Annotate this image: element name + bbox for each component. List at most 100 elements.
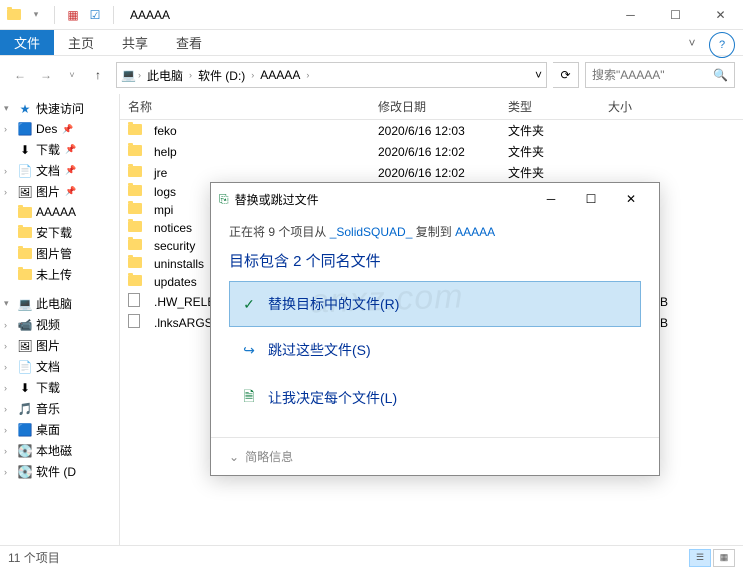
up-button[interactable]: ↑ [86,63,110,87]
column-headers[interactable]: 名称 修改日期 类型 大小 [120,94,743,120]
tab-home[interactable]: 主页 [54,30,108,55]
nav-item[interactable]: ›🖼图片📌 [0,181,119,202]
nav-item[interactable]: ›🟦桌面 [0,419,119,440]
nav-item[interactable]: ›💽本地磁 [0,440,119,461]
folder-icon [128,239,148,253]
dialog-minimize-button[interactable]: ─ [531,184,571,214]
maximize-button[interactable]: ☐ [653,0,698,30]
dialog-info: 正在将 9 个项目从 _SolidSQUAD_ 复制到 AAAAA [229,223,641,240]
file-row[interactable]: feko2020/6/16 12:03文件夹 [120,120,743,141]
skip-option[interactable]: ↪ 跳过这些文件(S) [229,327,641,373]
file-row[interactable]: jre2020/6/16 12:02文件夹 [120,162,743,183]
nav-item[interactable]: ›📄文档📌 [0,160,119,181]
dialog-maximize-button[interactable]: ☐ [571,184,611,214]
nav-this-pc[interactable]: ▾💻此电脑 [0,293,119,314]
dest-link[interactable]: AAAAA [455,225,495,239]
close-button[interactable]: ✕ [698,0,743,30]
tab-view[interactable]: 查看 [162,30,216,55]
folder-icon [128,221,148,235]
chevron-right-icon[interactable]: › [138,70,141,80]
dialog-title: 替换或跳过文件 [235,191,319,208]
file-icon [128,314,148,331]
qat-dropdown-icon[interactable]: ▾ [28,7,44,23]
nav-item[interactable]: ›🟦Des📌 [0,119,119,139]
search-icon[interactable]: 🔍 [713,68,728,82]
nav-item[interactable]: ›🎵音乐 [0,398,119,419]
tab-share[interactable]: 共享 [108,30,162,55]
qat-check-icon[interactable]: ☑ [87,7,103,23]
file-date: 2020/6/16 12:03 [378,124,508,138]
check-icon: ✓ [240,296,258,313]
nav-item[interactable]: ›📄文档 [0,356,119,377]
chevron-right-icon[interactable]: › [306,70,309,80]
status-bar: 11 个项目 ☰ ▦ [0,545,743,569]
folder-icon [128,275,148,289]
dialog-footer[interactable]: ⌄ 简略信息 [211,437,659,475]
help-button[interactable]: ? [709,32,735,58]
address-dropdown-icon[interactable]: ˅ [535,68,542,82]
breadcrumb[interactable]: AAAAA [256,68,304,82]
file-type: 文件夹 [508,122,608,139]
file-date: 2020/6/16 12:02 [378,166,508,180]
file-tab[interactable]: 文件 [0,30,54,55]
file-name: help [154,145,177,159]
navigation-pane: ▾★快速访问 ›🟦Des📌 ⬇下载📌 ›📄文档📌 ›🖼图片📌 AAAAA 安下载… [0,94,120,545]
breadcrumb[interactable]: 此电脑 [143,67,187,84]
icons-view-button[interactable]: ▦ [713,549,735,567]
file-date: 2020/6/16 12:02 [378,145,508,159]
replace-option[interactable]: ✓ 替换目标中的文件(R) [229,281,641,327]
source-link[interactable]: _SolidSQUAD_ [330,225,413,239]
nav-item[interactable]: ⬇下载📌 [0,139,119,160]
file-row[interactable]: help 2020/6/16 12:02文件夹 [120,141,743,162]
address-bar: ← → ˅ ↑ 💻 › 此电脑 › 软件 (D:) › AAAAA › ˅ ⟳ … [0,56,743,94]
folder-icon [128,145,148,159]
file-name: logs [154,185,176,199]
nav-item[interactable]: ›📹视频 [0,314,119,335]
nav-item[interactable]: ›💽软件 (D [0,461,119,482]
folder-icon [128,185,148,199]
refresh-button[interactable]: ⟳ [553,62,579,88]
nav-item[interactable]: 安下载 [0,222,119,243]
column-date[interactable]: 修改日期 [378,98,508,115]
nav-item[interactable]: ›🖼图片 [0,335,119,356]
search-box[interactable]: 🔍 [585,62,735,88]
file-name: .lnksARGS [154,316,213,330]
file-name: notices [154,221,192,235]
ribbon: 文件 主页 共享 查看 ˅ ? [0,30,743,56]
recent-dropdown[interactable]: ˅ [60,63,84,87]
address-box[interactable]: 💻 › 此电脑 › 软件 (D:) › AAAAA › ˅ [116,62,547,88]
folder-icon [128,166,148,180]
file-name: uninstalls [154,257,204,271]
nav-item[interactable]: 未上传 [0,264,119,285]
file-name: jre [154,166,167,180]
breadcrumb[interactable]: 软件 (D:) [194,67,249,84]
column-name[interactable]: 名称 [128,98,378,115]
column-type[interactable]: 类型 [508,98,608,115]
dialog-close-button[interactable]: ✕ [611,184,651,214]
chevron-right-icon[interactable]: › [251,70,254,80]
nav-item[interactable]: AAAAA [0,202,119,222]
dialog-heading: 目标包含 2 个同名文件 [229,250,641,271]
compare-icon: 🗎 [240,386,258,410]
folder-icon [128,203,148,217]
file-icon [128,293,148,310]
file-type: 文件夹 [508,143,608,160]
file-name: mpi [154,203,173,217]
file-name: security [154,239,195,253]
search-input[interactable] [592,68,707,82]
details-view-button[interactable]: ☰ [689,549,711,567]
nav-item[interactable]: ›⬇下载 [0,377,119,398]
column-size[interactable]: 大小 [608,98,668,115]
minimize-button[interactable]: ─ [608,0,653,30]
forward-button[interactable]: → [34,63,58,87]
back-button[interactable]: ← [8,63,32,87]
ribbon-expand-icon[interactable]: ˅ [679,30,705,55]
nav-quick-access[interactable]: ▾★快速访问 [0,98,119,119]
properties-icon[interactable]: ▦ [65,7,81,23]
nav-item[interactable]: 图片管 [0,243,119,264]
skip-icon: ↪ [240,342,258,359]
window-title: AAAAA [130,8,170,22]
chevron-right-icon[interactable]: › [189,70,192,80]
pc-icon: 💻 [121,68,136,82]
decide-option[interactable]: 🗎 让我决定每个文件(L) [229,373,641,423]
